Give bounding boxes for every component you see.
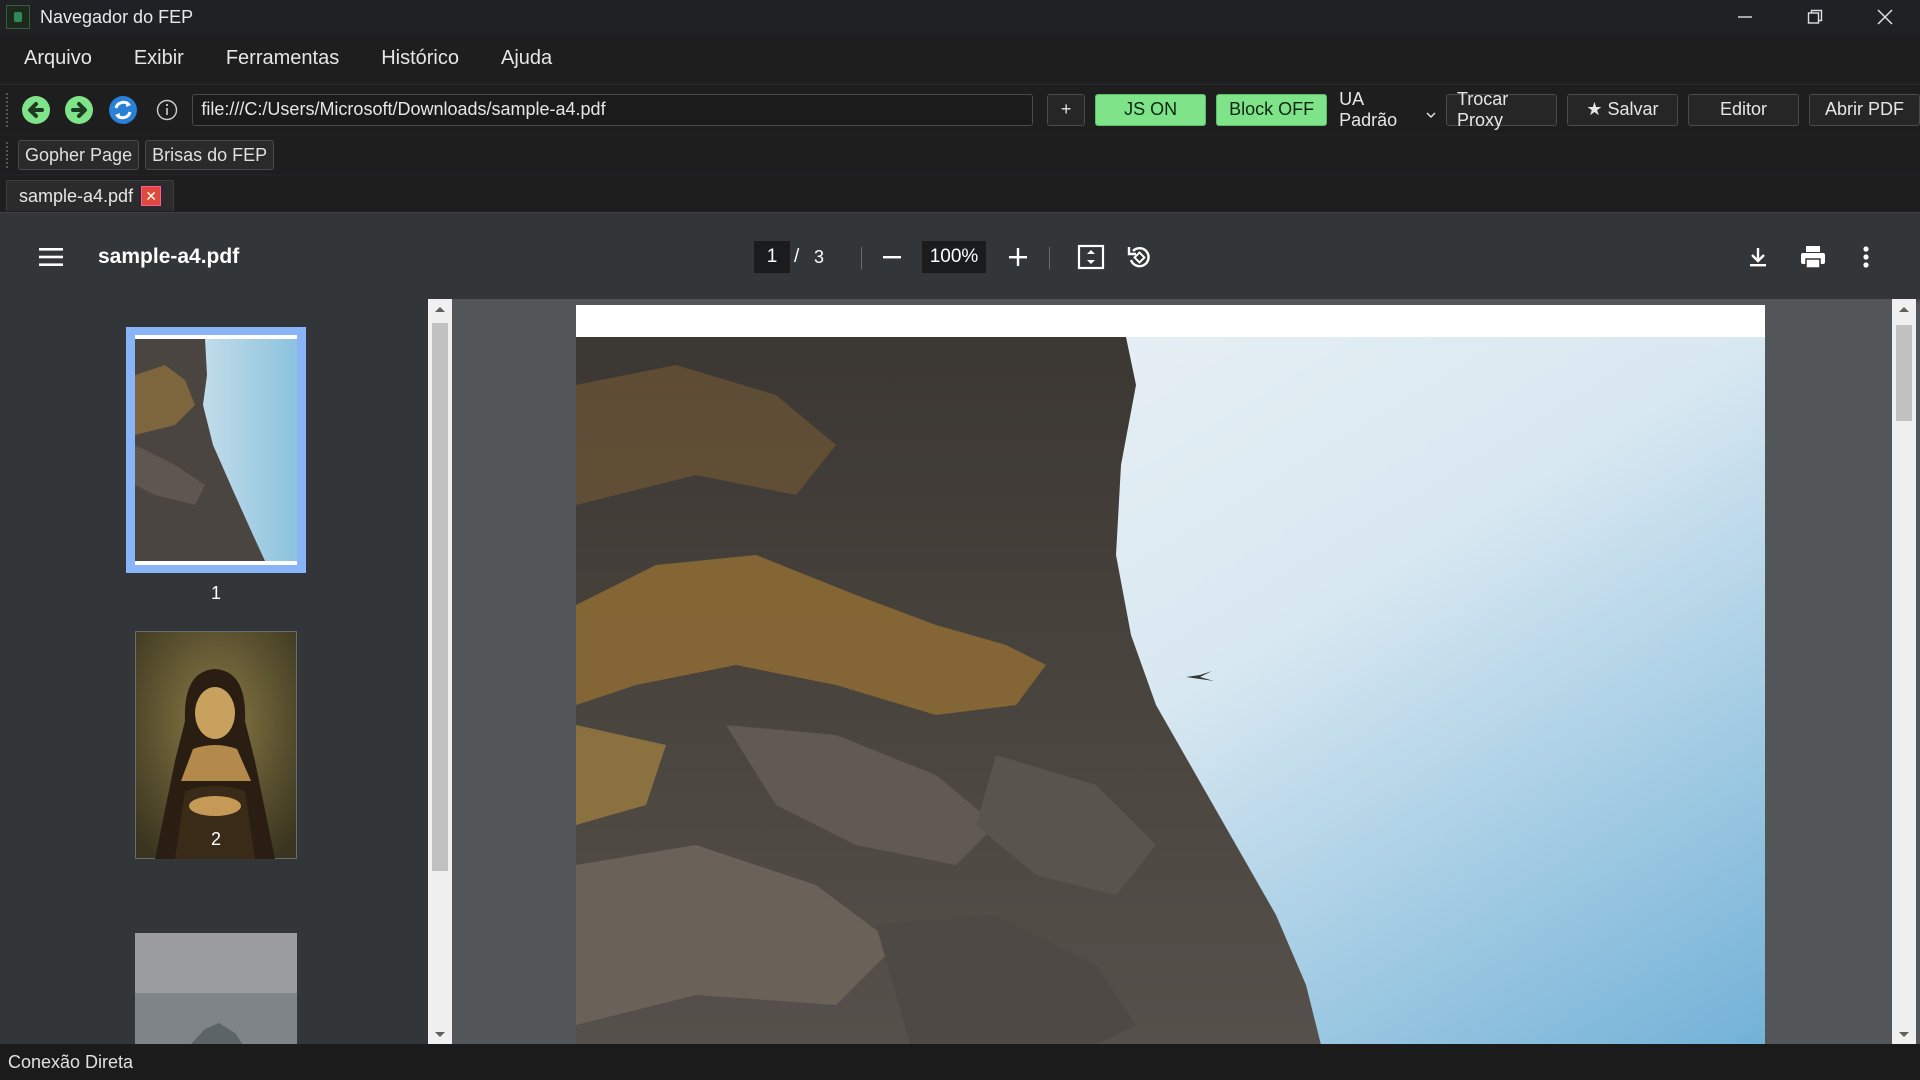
bookmarks-bar: Gopher Page Brisas do FEP bbox=[0, 136, 1920, 174]
app-icon bbox=[6, 5, 30, 29]
more-options-button[interactable] bbox=[1852, 241, 1880, 273]
menu-historico[interactable]: Histórico bbox=[369, 47, 481, 70]
thumbnail-page-1[interactable] bbox=[126, 327, 306, 573]
thumbnail-page-3[interactable] bbox=[135, 933, 297, 1045]
bookmark-gopher-page[interactable]: Gopher Page bbox=[18, 140, 140, 170]
tab-close-button[interactable]: ✕ bbox=[141, 186, 162, 206]
menu-bar: Arquivo Exibir Ferramentas Histórico Aju… bbox=[0, 34, 1920, 82]
hamburger-icon bbox=[39, 248, 63, 266]
pdf-toolbar: sample-a4.pdf 1 / 3 100% bbox=[0, 213, 1920, 299]
bookmarks-grip[interactable] bbox=[6, 142, 10, 168]
landscape-thumbnail-image bbox=[135, 933, 297, 1045]
block-toggle-button[interactable]: Block OFF bbox=[1216, 93, 1328, 126]
download-button[interactable] bbox=[1742, 241, 1774, 273]
back-button[interactable] bbox=[18, 92, 54, 128]
restore-icon bbox=[1807, 9, 1823, 24]
printer-icon bbox=[1801, 246, 1825, 269]
back-arrow-icon bbox=[21, 95, 50, 124]
download-icon bbox=[1750, 248, 1766, 267]
ua-select-label: UA Padrão bbox=[1339, 88, 1398, 130]
connection-status: Conexão Direta bbox=[8, 1051, 134, 1072]
cliff-photo bbox=[576, 305, 1765, 1045]
save-button[interactable]: ★ Salvar bbox=[1566, 93, 1678, 126]
page-separator: / bbox=[794, 246, 800, 267]
window-title: Navegador do FEP bbox=[40, 6, 194, 27]
status-bar: Conexão Direta bbox=[0, 1044, 1920, 1080]
sidebar-menu-button[interactable] bbox=[36, 243, 66, 271]
scroll-down-arrow-icon bbox=[1899, 1032, 1909, 1037]
plus-icon bbox=[1009, 248, 1027, 266]
thumbnail-page-2-number: 2 bbox=[210, 829, 221, 849]
close-icon bbox=[1877, 9, 1893, 25]
pdf-page-1 bbox=[576, 305, 1765, 1045]
forward-arrow-icon bbox=[65, 95, 94, 124]
url-input[interactable]: file:///C:/Users/Microsoft/Downloads/sam… bbox=[192, 93, 1034, 126]
reload-icon bbox=[109, 95, 137, 124]
toolbar-grip[interactable] bbox=[6, 92, 10, 127]
js-toggle-button[interactable]: JS ON bbox=[1095, 93, 1207, 126]
menu-arquivo[interactable]: Arquivo bbox=[12, 47, 114, 70]
editor-button[interactable]: Editor bbox=[1687, 93, 1799, 126]
minimize-icon bbox=[1738, 16, 1752, 18]
thumbnail-sidebar: 1 2 bbox=[0, 299, 452, 1045]
print-button[interactable] bbox=[1796, 241, 1830, 273]
sidebar-scrollbar-thumb[interactable] bbox=[432, 323, 448, 871]
reload-button[interactable] bbox=[105, 92, 141, 128]
scroll-down-arrow-icon bbox=[435, 1032, 445, 1037]
ua-select[interactable]: UA Padrão bbox=[1327, 89, 1436, 131]
scroll-up-arrow-icon bbox=[1899, 307, 1909, 312]
tab-label: sample-a4.pdf bbox=[19, 185, 134, 206]
bookmark-brisas-do-fep[interactable]: Brisas do FEP bbox=[145, 140, 275, 170]
toolbar-divider bbox=[1049, 247, 1050, 269]
toolbar-divider bbox=[861, 247, 862, 269]
open-pdf-button[interactable]: Abrir PDF bbox=[1809, 93, 1920, 126]
thumbnail-page-1-number: 1 bbox=[210, 583, 221, 603]
rotate-button[interactable] bbox=[1122, 241, 1156, 273]
page-info-button[interactable] bbox=[149, 92, 185, 128]
switch-proxy-button[interactable]: Trocar Proxy bbox=[1445, 89, 1557, 130]
pdf-viewer: sample-a4.pdf 1 / 3 100% 1 2 bbox=[0, 212, 1920, 1045]
more-vert-icon bbox=[1863, 246, 1869, 268]
fit-page-button[interactable] bbox=[1074, 241, 1108, 273]
menu-exibir[interactable]: Exibir bbox=[122, 47, 206, 70]
close-window-button[interactable] bbox=[1850, 0, 1920, 34]
cliff-thumbnail-image bbox=[135, 335, 297, 565]
menu-ajuda[interactable]: Ajuda bbox=[489, 47, 574, 70]
new-tab-button[interactable]: + bbox=[1047, 93, 1086, 126]
chevron-down-icon bbox=[1426, 112, 1436, 118]
minimize-button[interactable] bbox=[1710, 0, 1780, 34]
tab-bar: sample-a4.pdf ✕ bbox=[0, 176, 1920, 211]
pdf-page-area[interactable] bbox=[452, 299, 1892, 1045]
rotate-icon bbox=[1127, 246, 1150, 268]
navigation-bar: file:///C:/Users/Microsoft/Downloads/sam… bbox=[0, 84, 1920, 134]
mona-lisa-thumbnail-image bbox=[134, 630, 298, 860]
page-number-input[interactable]: 1 bbox=[754, 241, 790, 273]
scroll-up-arrow-icon bbox=[435, 307, 445, 312]
restore-button[interactable] bbox=[1780, 0, 1850, 34]
zoom-in-button[interactable] bbox=[1002, 243, 1034, 271]
zoom-out-button[interactable] bbox=[876, 243, 908, 271]
minus-icon bbox=[883, 256, 901, 259]
sidebar-scrollbar[interactable] bbox=[428, 299, 452, 1045]
page-scrollbar[interactable] bbox=[1892, 299, 1916, 1045]
thumbnail-selected-frame bbox=[126, 327, 306, 573]
tab-sample-a4[interactable]: sample-a4.pdf ✕ bbox=[6, 180, 175, 211]
info-icon bbox=[156, 99, 177, 120]
zoom-input[interactable]: 100% bbox=[922, 241, 986, 273]
page-scrollbar-thumb[interactable] bbox=[1896, 325, 1912, 421]
fit-page-icon bbox=[1077, 244, 1105, 270]
pdf-title: sample-a4.pdf bbox=[98, 245, 240, 268]
title-bar: Navegador do FEP bbox=[0, 0, 1920, 34]
page-total: 3 bbox=[814, 247, 825, 267]
forward-button[interactable] bbox=[62, 92, 98, 128]
menu-ferramentas[interactable]: Ferramentas bbox=[214, 47, 361, 70]
